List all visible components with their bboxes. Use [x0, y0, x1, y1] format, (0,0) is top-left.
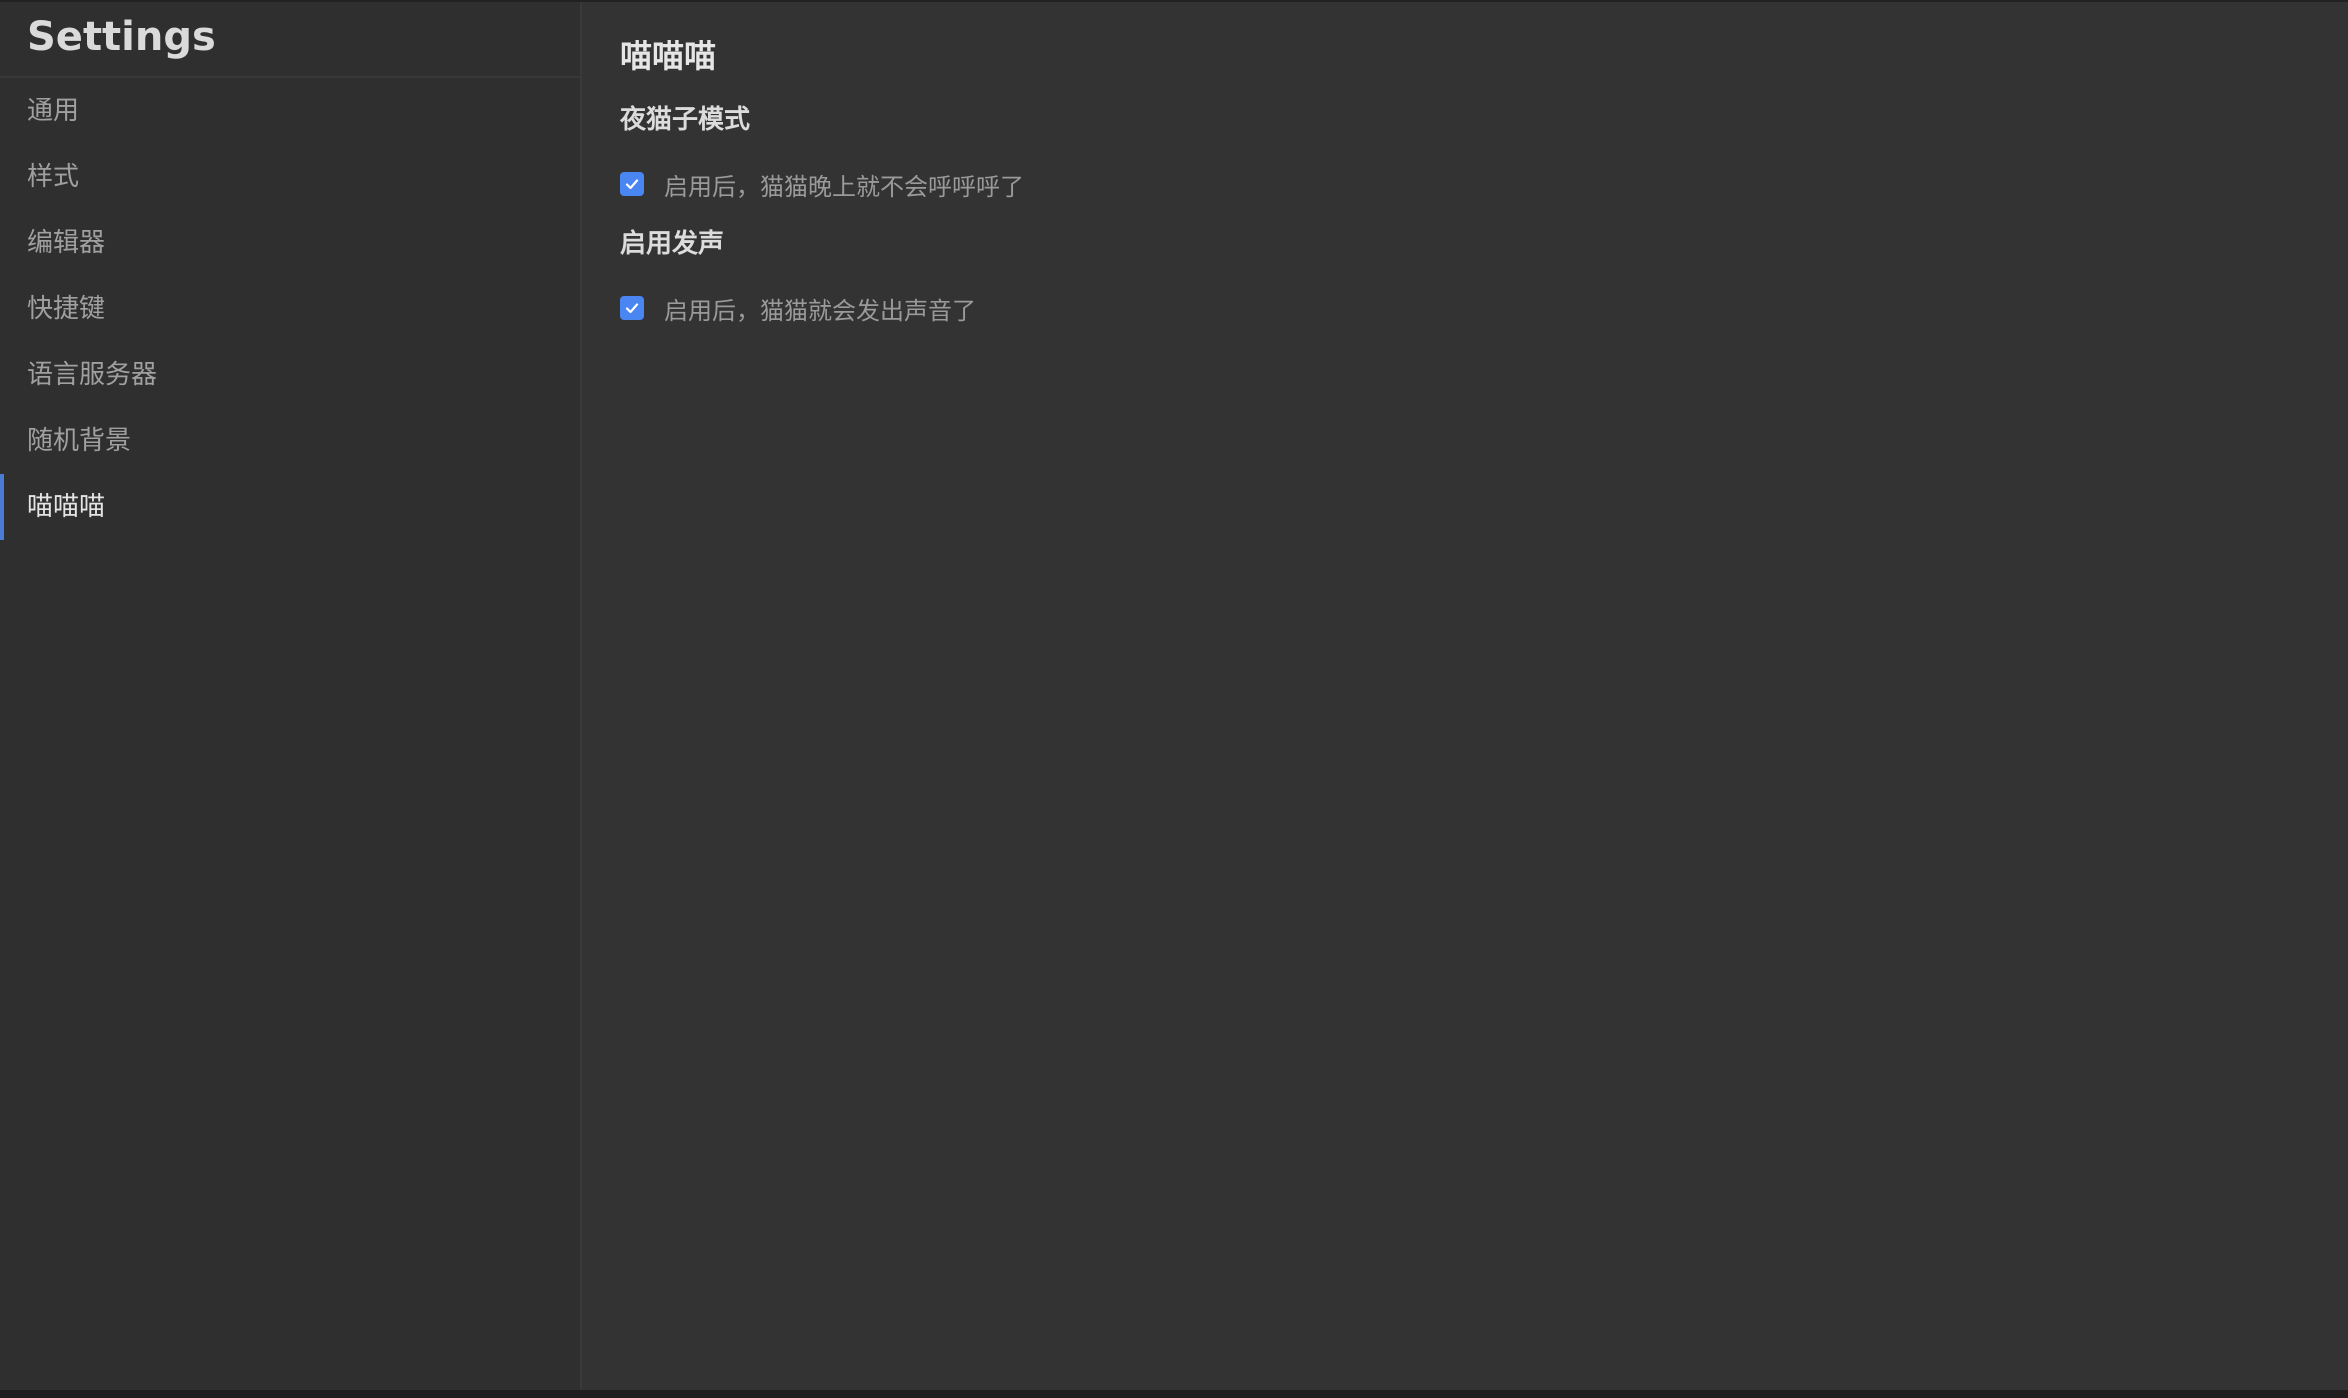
sidebar-item-language-server[interactable]: 语言服务器 — [0, 342, 580, 408]
sidebar-item-style[interactable]: 样式 — [0, 144, 580, 210]
settings-content: 喵喵喵 夜猫子模式 启用后，猫猫晚上就不会呼呼呼了 启用发声 启用后，猫猫就会发… — [582, 2, 2348, 1390]
option-night-owl: 启用后，猫猫晚上就不会呼呼呼了 — [620, 166, 2348, 202]
sidebar-title: Settings — [0, 2, 580, 78]
option-enable-sound: 启用后，猫猫就会发出声音了 — [620, 290, 2348, 326]
enable-sound-option-label: 启用后，猫猫就会发出声音了 — [664, 296, 976, 325]
sidebar-item-random-background[interactable]: 随机背景 — [0, 408, 580, 474]
sidebar-item-general[interactable]: 通用 — [0, 78, 580, 144]
page-title: 喵喵喵 — [620, 37, 717, 75]
sidebar: Settings 通用 样式 编辑器 快捷键 语言服务器 随机背景 喵喵喵 — [0, 2, 582, 1390]
night-owl-option-label: 启用后，猫猫晚上就不会呼呼呼了 — [664, 172, 1024, 201]
settings-window: Settings 通用 样式 编辑器 快捷键 语言服务器 随机背景 喵喵喵 喵喵… — [0, 0, 2348, 1398]
sidebar-item-shortcuts[interactable]: 快捷键 — [0, 276, 580, 342]
checkmark-icon — [625, 303, 639, 314]
sidebar-item-meow[interactable]: 喵喵喵 — [0, 474, 580, 540]
sidebar-nav: 通用 样式 编辑器 快捷键 语言服务器 随机背景 喵喵喵 — [0, 78, 580, 540]
enable-sound-checkbox[interactable] — [620, 296, 644, 320]
sidebar-item-editor[interactable]: 编辑器 — [0, 210, 580, 276]
night-owl-checkbox[interactable] — [620, 172, 644, 196]
checkmark-icon — [625, 179, 639, 190]
bottom-border — [0, 1390, 2348, 1398]
section-heading-enable-sound: 启用发声 — [620, 229, 725, 259]
section-heading-night-owl: 夜猫子模式 — [620, 105, 751, 135]
